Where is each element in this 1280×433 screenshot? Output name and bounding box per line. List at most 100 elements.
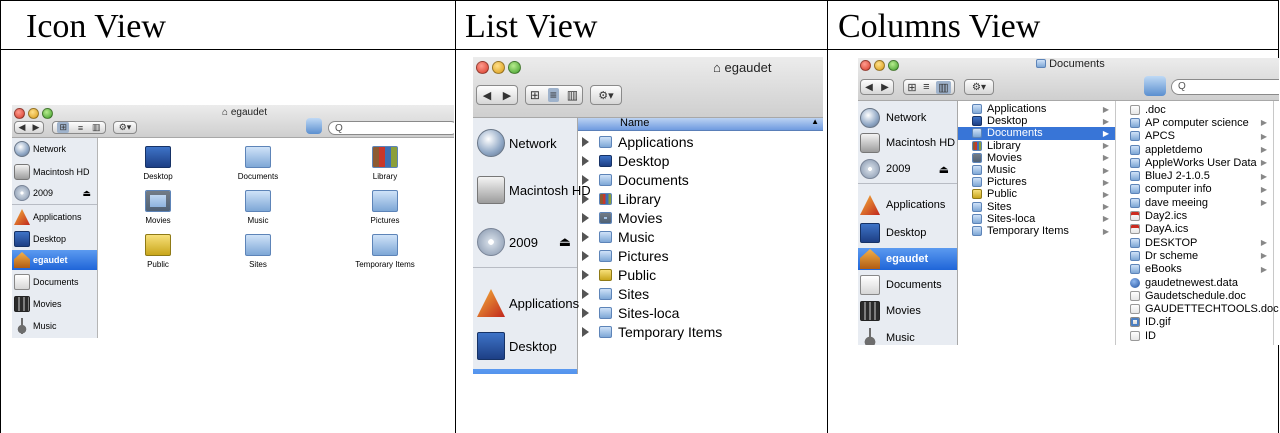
list-view-icon[interactable]: ≡ [923,81,929,93]
column-row[interactable]: Applications ▶ [958,103,1115,115]
column-row[interactable]: BlueJ 2-1.0.5 ▶ [1116,170,1273,183]
action-menu-button[interactable]: ⚙▾ [964,79,994,95]
disclosure-triangle-icon[interactable] [582,137,589,147]
sidebar-item-macintosh-hd[interactable]: Macintosh HD [473,171,591,209]
forward-icon[interactable]: ▶ [503,89,511,102]
eject-icon[interactable]: ⏏ [559,234,571,250]
column-row[interactable]: Desktop ▶ [958,115,1115,127]
view-switcher[interactable]: ⊞ ≡ ▥ [525,85,583,105]
idisk-icon[interactable] [1144,76,1166,96]
disclosure-triangle-icon[interactable] [582,175,589,185]
minimize-button[interactable] [492,61,505,74]
disclosure-triangle-icon[interactable] [582,289,589,299]
zoom-button[interactable] [508,61,521,74]
back-forward-button[interactable]: ◀ ▶ [14,121,44,134]
column-row[interactable]: appletdemo ▶ [1116,143,1273,156]
column-row[interactable]: DESKTOP ▶ [1116,236,1273,249]
column-row[interactable]: GAUDETTECHTOOLS.doc [1116,303,1279,316]
disclosure-triangle-icon[interactable] [582,327,589,337]
sidebar-item-egaudet[interactable]: egaudet [12,250,97,270]
icon-view-item[interactable]: Public [113,234,203,269]
disclosure-triangle-icon[interactable] [582,194,589,204]
sidebar-item-2009[interactable]: 2009 ⏏ [858,158,957,180]
sidebar-item-desktop[interactable]: Desktop [858,222,957,244]
list-row[interactable]: Library [582,190,661,208]
back-icon[interactable]: ◀ [19,122,26,133]
icon-view-item[interactable]: Library [340,146,430,181]
column-row[interactable]: computer info ▶ [1116,183,1273,196]
view-switcher[interactable]: ⊞ ≡ ▥ [903,79,955,95]
back-icon[interactable]: ◀ [865,82,873,93]
column-row[interactable]: Sites-loca ▶ [958,213,1115,225]
column-row[interactable]: AP computer science ▶ [1116,116,1273,129]
icon-view-item[interactable]: Desktop [113,146,203,181]
column-row[interactable]: Public ▶ [958,188,1115,200]
column-row[interactable]: Library ▶ [958,140,1115,152]
column-row[interactable]: Sites ▶ [958,201,1115,213]
sort-ascending-icon[interactable]: ▲ [811,117,819,126]
sidebar-item-network[interactable]: Network [473,124,577,162]
column-row[interactable]: Music ▶ [958,164,1115,176]
zoom-button[interactable] [42,108,53,119]
icon-view-item[interactable]: Movies [113,190,203,225]
column-view-icon[interactable]: ▥ [936,80,951,94]
list-view-icon[interactable]: ≡ [78,123,83,133]
disclosure-triangle-icon[interactable] [582,308,589,318]
close-button[interactable] [860,60,871,71]
column-row[interactable]: Movies ▶ [958,152,1115,164]
gear-icon[interactable]: ⚙▾ [598,89,613,102]
icon-view-item[interactable]: Pictures [340,190,430,225]
list-row[interactable]: Applications [582,133,694,151]
eject-icon[interactable]: ⏏ [82,188,91,199]
close-button[interactable] [476,61,489,74]
name-column-header[interactable]: Name ▲ [578,117,823,131]
sidebar-item-documents[interactable]: Documents [12,272,97,292]
sidebar-item-movies[interactable]: Movies [12,294,97,314]
forward-icon[interactable]: ▶ [33,122,40,133]
column-row[interactable]: Pictures ▶ [958,176,1115,188]
back-icon[interactable]: ◀ [483,89,491,102]
list-row[interactable]: Music [582,228,655,246]
zoom-button[interactable] [888,60,899,71]
column-row[interactable]: ID [1116,329,1273,342]
sidebar-item-documents[interactable]: Documents [858,274,957,296]
sidebar-item-macintosh-hd[interactable]: Macintosh HD [12,162,97,182]
disclosure-triangle-icon[interactable] [582,270,589,280]
sidebar-item-macintosh-hd[interactable]: Macintosh HD [858,132,957,154]
list-row[interactable]: Public [582,266,656,284]
column-row[interactable]: AppleWorks User Data ▶ [1116,156,1273,169]
list-row[interactable]: Temporary Items [582,323,722,341]
minimize-button[interactable] [28,108,39,119]
gear-icon[interactable]: ⚙▾ [972,82,986,93]
list-row[interactable]: Documents [582,171,689,189]
disclosure-triangle-icon[interactable] [582,213,589,223]
list-view-icon[interactable]: ≡ [547,88,559,102]
icon-view-icon[interactable]: ⊞ [57,122,69,133]
action-menu-button[interactable]: ⚙▾ [113,121,137,134]
sidebar-item-desktop[interactable]: Desktop [12,229,97,249]
sidebar-item-movies[interactable]: Movies [858,300,957,322]
gear-icon[interactable]: ⚙▾ [119,122,132,133]
icon-view-item[interactable]: Temporary Items [340,234,430,269]
icon-view-item[interactable]: Sites [213,234,303,269]
list-row[interactable]: Sites-loca [582,304,679,322]
icon-view-icon[interactable]: ⊞ [530,88,540,102]
column-row[interactable]: ID.gif [1116,316,1273,329]
column-row[interactable]: Dr scheme ▶ [1116,249,1273,262]
sidebar-item-egaudet[interactable]: egaudet [473,369,577,374]
column-row[interactable]: Documents ▶ [958,127,1115,140]
column-row[interactable]: Day2.ics [1116,209,1273,222]
column-row[interactable]: .doc [1116,103,1273,116]
list-row[interactable]: Movies [582,209,662,227]
column-view-icon[interactable]: ▥ [567,88,578,102]
sidebar-item-applications[interactable]: Applications [858,194,957,216]
sidebar-item-2009[interactable]: 2009 ⏏ [12,183,97,203]
idisk-icon[interactable] [306,118,322,134]
icon-view-item[interactable]: Music [213,190,303,225]
action-menu-button[interactable]: ⚙▾ [590,85,622,105]
column-row[interactable]: Temporary Items ▶ [958,225,1115,237]
column-row[interactable]: DayA.ics [1116,223,1273,236]
sidebar-item-music[interactable]: Music [858,327,957,345]
disclosure-triangle-icon[interactable] [582,156,589,166]
column-row[interactable]: eBooks ▶ [1116,263,1273,276]
